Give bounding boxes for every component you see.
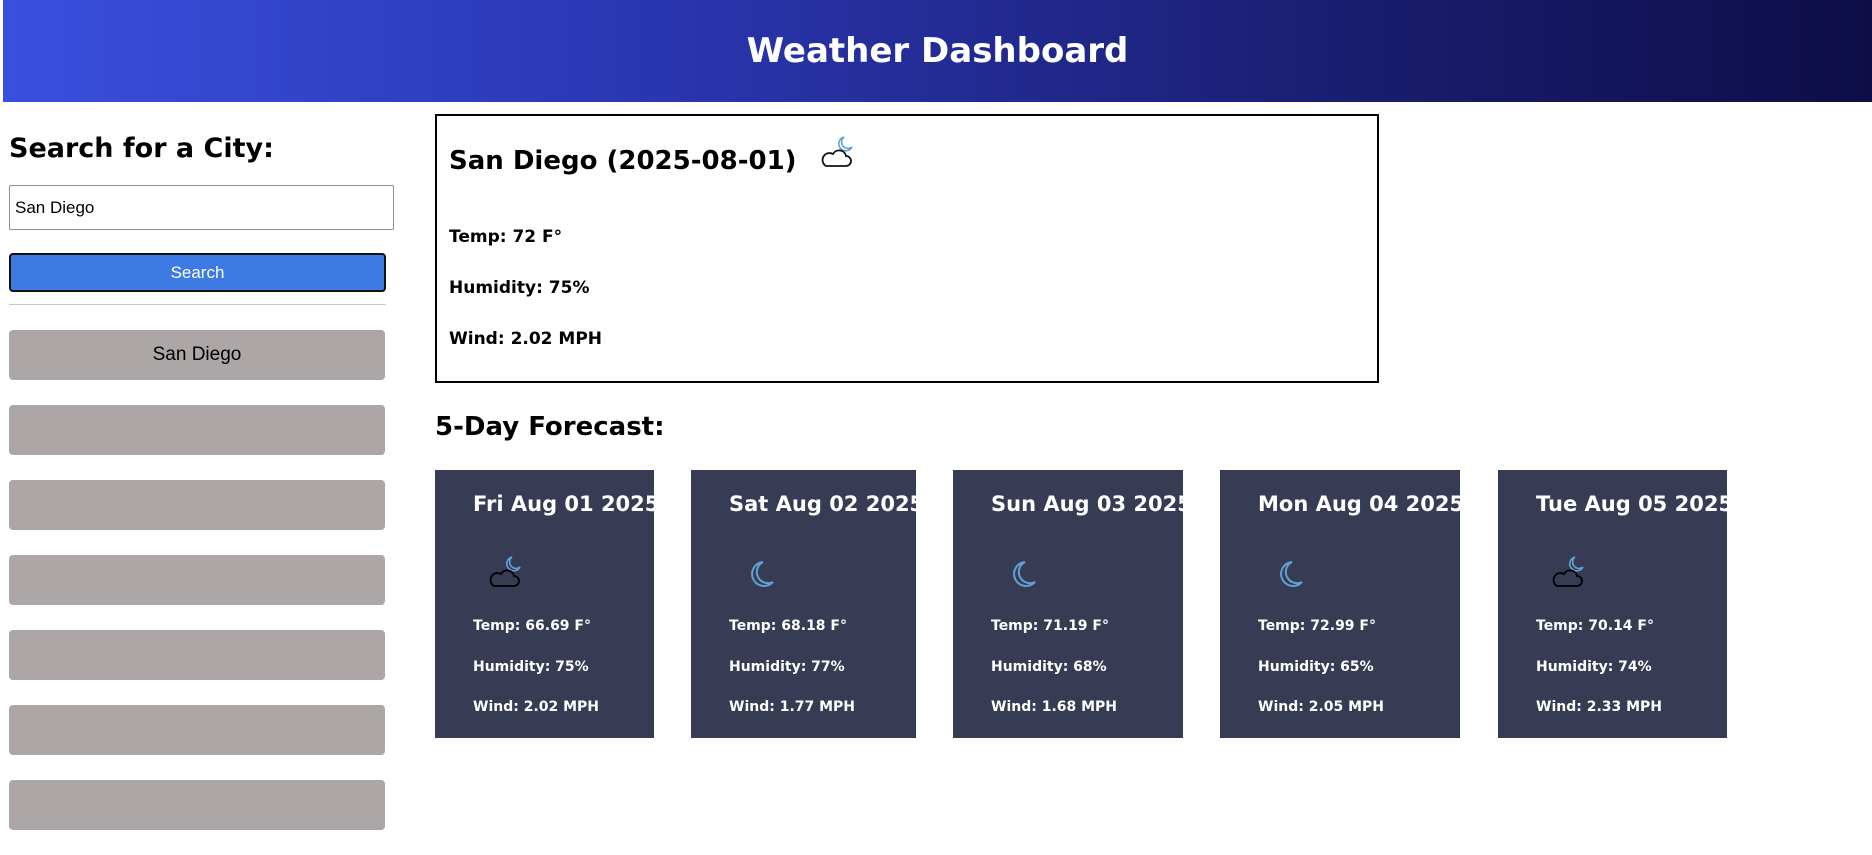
forecast-humidity: Humidity: 75% bbox=[473, 659, 589, 675]
forecast-humidity: Humidity: 74% bbox=[1536, 659, 1652, 675]
history-button[interactable] bbox=[9, 705, 385, 755]
history-button[interactable] bbox=[9, 780, 385, 830]
page-title: Weather Dashboard bbox=[746, 31, 1129, 71]
city-search-input[interactable] bbox=[9, 185, 394, 230]
forecast-heading: 5-Day Forecast: bbox=[435, 412, 665, 442]
search-sidebar: Search for a City: Search San Diego bbox=[9, 118, 394, 855]
forecast-temp: Temp: 72.99 F° bbox=[1258, 618, 1376, 634]
forecast-humidity: Humidity: 68% bbox=[991, 659, 1107, 675]
history-button[interactable]: San Diego bbox=[9, 330, 385, 380]
forecast-card: Sun Aug 03 2025 Temp: 71.19 F° Humidity:… bbox=[953, 470, 1192, 738]
current-wind: Wind: 2.02 MPH bbox=[449, 329, 603, 349]
search-history-list: San Diego bbox=[9, 330, 386, 830]
history-button[interactable] bbox=[9, 555, 385, 605]
forecast-temp: Temp: 68.18 F° bbox=[729, 618, 847, 634]
partly-cloudy-night-icon bbox=[1552, 556, 1584, 587]
history-button[interactable] bbox=[9, 630, 385, 680]
forecast-card: Sat Aug 02 2025 Temp: 68.18 F° Humidity:… bbox=[691, 470, 924, 738]
forecast-date: Sun Aug 03 2025 bbox=[991, 492, 1192, 516]
forecast-wind: Wind: 1.68 MPH bbox=[991, 699, 1118, 715]
search-button[interactable]: Search bbox=[9, 253, 386, 292]
search-heading: Search for a City: bbox=[9, 133, 274, 164]
moon-icon bbox=[751, 561, 774, 587]
forecast-date: Sat Aug 02 2025 bbox=[729, 492, 925, 516]
forecast-wind: Wind: 2.05 MPH bbox=[1258, 699, 1385, 715]
app-header: Weather Dashboard bbox=[3, 0, 1872, 102]
forecast-date: Fri Aug 01 2025 bbox=[473, 492, 660, 516]
forecast-wind: Wind: 2.02 MPH bbox=[473, 699, 600, 715]
partly-cloudy-night-icon bbox=[489, 556, 521, 587]
forecast-date: Tue Aug 05 2025 bbox=[1536, 492, 1734, 516]
forecast-humidity: Humidity: 77% bbox=[729, 659, 845, 675]
history-button[interactable] bbox=[9, 405, 385, 455]
forecast-temp: Temp: 71.19 F° bbox=[991, 618, 1109, 634]
moon-icon bbox=[1013, 561, 1036, 587]
current-temp: Temp: 72 F° bbox=[449, 227, 563, 247]
current-weather-panel: San Diego (2025-08-01) Temp: 72 F° Humid… bbox=[435, 114, 1379, 383]
forecast-temp: Temp: 70.14 F° bbox=[1536, 618, 1654, 634]
forecast-card: Tue Aug 05 2025 Temp: 70.14 F° Humidity:… bbox=[1498, 470, 1733, 738]
forecast-date: Mon Aug 04 2025 bbox=[1258, 492, 1465, 516]
moon-icon bbox=[1280, 561, 1303, 587]
forecast-wind: Wind: 1.77 MPH bbox=[729, 699, 856, 715]
current-city-heading: San Diego (2025-08-01) bbox=[449, 146, 797, 176]
current-humidity: Humidity: 75% bbox=[449, 278, 590, 298]
partly-cloudy-night-icon bbox=[821, 136, 853, 167]
sidebar-divider bbox=[9, 304, 386, 305]
forecast-card: Fri Aug 01 2025 Temp: 66.69 F° Humidity:… bbox=[435, 470, 659, 738]
forecast-humidity: Humidity: 65% bbox=[1258, 659, 1374, 675]
forecast-card: Mon Aug 04 2025 Temp: 72.99 F° Humidity:… bbox=[1220, 470, 1464, 738]
forecast-wind: Wind: 2.33 MPH bbox=[1536, 699, 1663, 715]
history-button[interactable] bbox=[9, 480, 385, 530]
forecast-temp: Temp: 66.69 F° bbox=[473, 618, 591, 634]
